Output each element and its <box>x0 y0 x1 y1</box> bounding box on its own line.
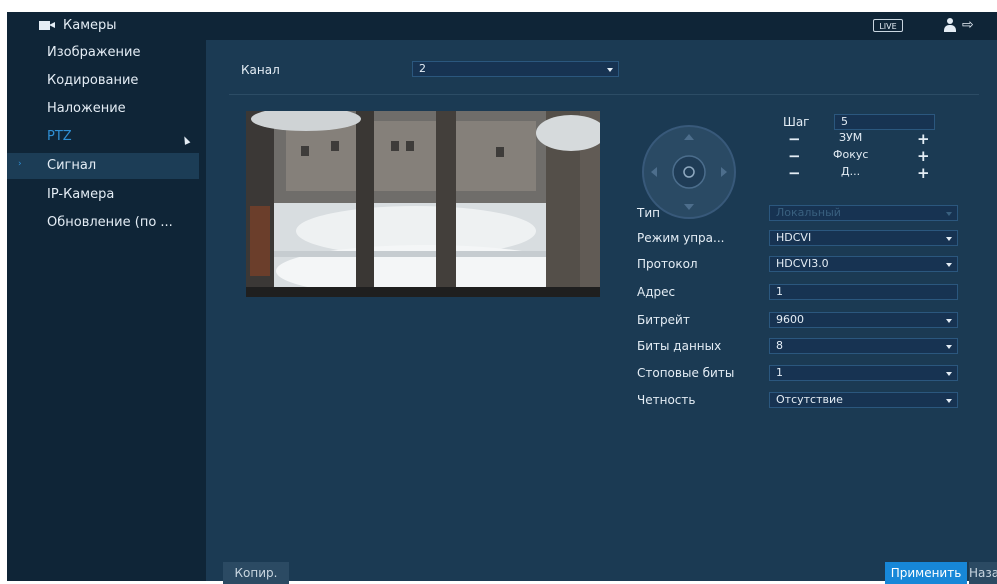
step-input[interactable]: 5 <box>834 114 935 130</box>
zoom-label: ЗУМ <box>839 131 863 144</box>
parity-value: Отсутствие <box>776 393 843 406</box>
preview-image <box>246 111 600 297</box>
app-window: Камеры LIVE ⇨ › Изображение Кодирование … <box>7 12 997 584</box>
user-icon[interactable] <box>944 18 956 33</box>
stop-bits-select[interactable]: 1 <box>769 365 958 381</box>
live-button[interactable]: LIVE <box>873 19 903 32</box>
camera-preview <box>246 111 600 297</box>
data-bits-value: 8 <box>776 339 783 352</box>
focus-label: Фокус <box>833 148 869 161</box>
brand: Камеры <box>39 18 117 33</box>
data-bits-label: Биты данных <box>637 339 722 353</box>
protocol-select[interactable]: HDCVI3.0 <box>769 256 958 272</box>
type-value: Локальный <box>776 206 841 219</box>
mouse-cursor-icon <box>181 135 191 145</box>
parity-select[interactable]: Отсутствие <box>769 392 958 408</box>
sidebar-item-ip-camera[interactable]: IP-Камера <box>47 187 114 202</box>
chevron-down-icon <box>946 399 952 403</box>
focus-plus-button[interactable]: + <box>917 149 930 164</box>
chevron-down-icon <box>607 68 613 72</box>
control-mode-select[interactable]: HDCVI <box>769 230 958 246</box>
iris-minus-button[interactable]: − <box>788 166 801 181</box>
stop-bits-value: 1 <box>776 366 783 379</box>
chevron-down-icon <box>946 345 952 349</box>
baudrate-value: 9600 <box>776 313 804 326</box>
channel-label: Канал <box>241 63 280 77</box>
sidebar-item-signal[interactable]: Сигнал <box>47 158 96 173</box>
divider <box>229 94 979 95</box>
address-label: Адрес <box>637 285 676 299</box>
chevron-down-icon <box>946 263 952 267</box>
iris-plus-button[interactable]: + <box>917 166 930 181</box>
sidebar-item-encoding[interactable]: Кодирование <box>47 73 138 88</box>
baudrate-label: Битрейт <box>637 313 690 327</box>
type-label: Тип <box>637 206 660 220</box>
zoom-plus-button[interactable]: + <box>917 132 930 147</box>
channel-value: 2 <box>419 62 426 75</box>
top-bar: Камеры LIVE ⇨ <box>7 12 997 40</box>
data-bits-select[interactable]: 8 <box>769 338 958 354</box>
camera-icon <box>39 21 55 30</box>
step-value: 5 <box>841 115 848 128</box>
chevron-right-icon: › <box>18 159 22 169</box>
sidebar-item-ptz[interactable]: PTZ <box>47 129 72 144</box>
step-label: Шаг <box>783 115 810 129</box>
chevron-down-icon <box>946 319 952 323</box>
protocol-label: Протокол <box>637 257 698 271</box>
sidebar-item-overlay[interactable]: Наложение <box>47 101 126 116</box>
zoom-minus-button[interactable]: − <box>788 132 801 147</box>
sidebar-item-image[interactable]: Изображение <box>47 45 140 60</box>
sidebar-item-update[interactable]: Обновление (по ... <box>47 215 173 230</box>
stop-bits-label: Стоповые биты <box>637 366 735 380</box>
sidebar-active-highlight <box>7 153 199 179</box>
address-input[interactable]: 1 <box>769 284 958 300</box>
baudrate-select[interactable]: 9600 <box>769 312 958 328</box>
control-mode-label: Режим упра... <box>637 231 725 245</box>
focus-minus-button[interactable]: − <box>788 149 801 164</box>
brand-title: Камеры <box>63 18 117 33</box>
control-mode-value: HDCVI <box>776 231 812 244</box>
sidebar: › Изображение Кодирование Наложение PTZ … <box>7 40 206 581</box>
chevron-down-icon <box>946 372 952 376</box>
logout-icon[interactable]: ⇨ <box>962 17 974 33</box>
iris-label: Д... <box>841 165 861 178</box>
chevron-down-icon <box>946 237 952 241</box>
parity-label: Четность <box>637 393 696 407</box>
address-value: 1 <box>776 285 783 298</box>
channel-select[interactable]: 2 <box>412 61 619 77</box>
chevron-down-icon <box>946 212 952 216</box>
type-select: Локальный <box>769 205 958 221</box>
protocol-value: HDCVI3.0 <box>776 257 829 270</box>
